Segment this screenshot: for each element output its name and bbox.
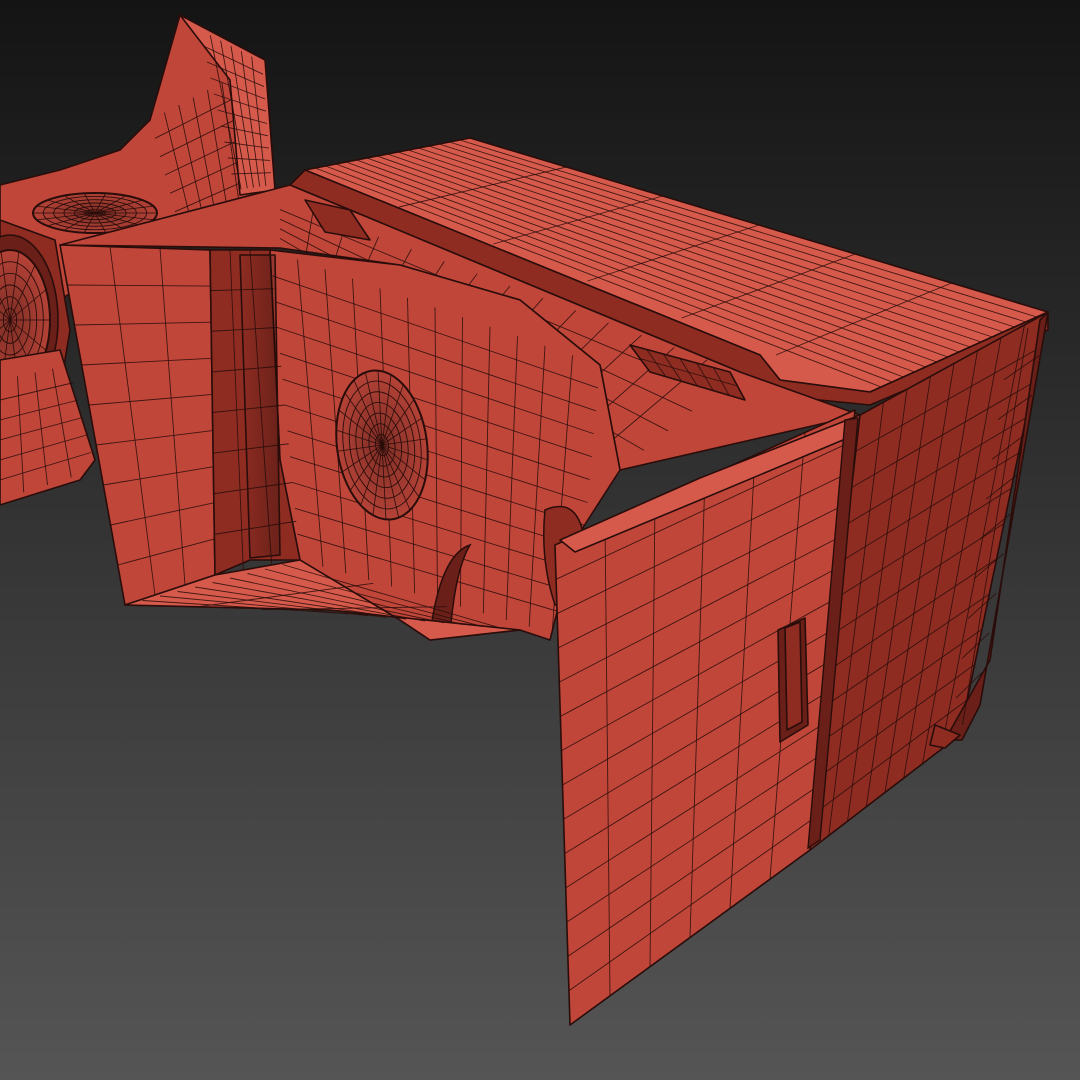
viewport-render (0, 0, 1080, 1080)
front-latch (784, 621, 803, 731)
3d-viewport[interactable] (0, 0, 1080, 1080)
